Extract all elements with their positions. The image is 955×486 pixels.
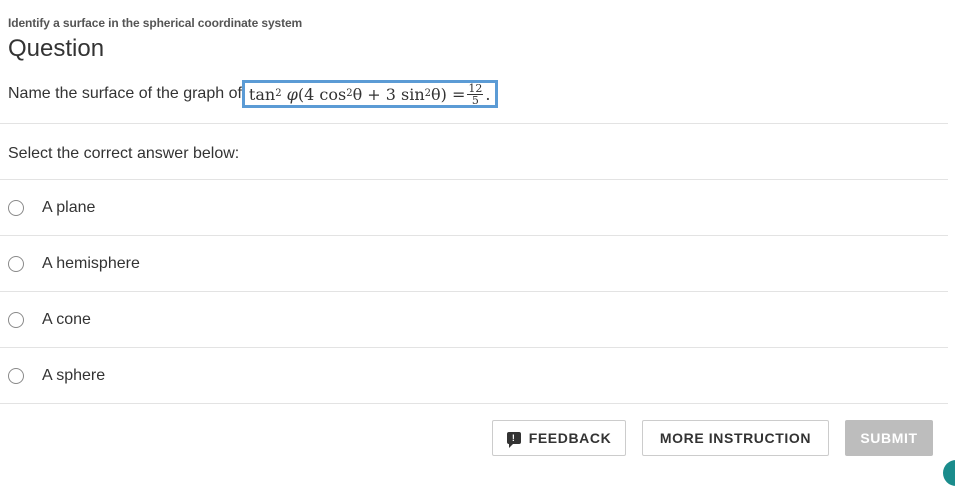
eq-fraction: 12 5 bbox=[467, 81, 484, 107]
feedback-label: FEEDBACK bbox=[528, 430, 612, 446]
answer-instruction: Select the correct answer below: bbox=[8, 145, 240, 162]
eq-theta2: θ) = bbox=[431, 84, 466, 104]
submit-button[interactable]: SUBMIT bbox=[845, 420, 933, 456]
eq-frac-numerator: 12 bbox=[467, 81, 484, 95]
option-a-hemisphere[interactable]: A hemisphere bbox=[0, 236, 948, 291]
question-prompt: Name the surface of the graph of tan 2 φ(… bbox=[8, 78, 498, 110]
option-label: A cone bbox=[42, 310, 91, 328]
eq-open: (4 cos bbox=[297, 84, 347, 104]
radio-button[interactable] bbox=[8, 199, 24, 216]
option-label: A hemisphere bbox=[42, 254, 140, 272]
radio-button[interactable] bbox=[8, 255, 24, 272]
divider bbox=[0, 123, 948, 124]
eq-phi: φ bbox=[286, 84, 298, 104]
submit-label: SUBMIT bbox=[860, 430, 918, 446]
radio-button[interactable] bbox=[8, 311, 24, 328]
equation-highlight: tan 2 φ (4 cos 2 θ + 3 sin 2 θ) = 12 5 . bbox=[241, 80, 498, 108]
eq-tan: tan bbox=[248, 84, 276, 104]
eq-theta1: θ + 3 sin bbox=[352, 84, 425, 104]
page-title: Question bbox=[8, 35, 105, 62]
radio-button[interactable] bbox=[8, 367, 24, 384]
prompt-text: Name the surface of the graph of bbox=[8, 85, 242, 102]
feedback-button[interactable]: ! FEEDBACK bbox=[492, 420, 626, 456]
option-label: A sphere bbox=[42, 366, 106, 384]
eq-end: . bbox=[485, 84, 491, 104]
feedback-icon: ! bbox=[506, 432, 521, 448]
eq-frac-denominator: 5 bbox=[471, 93, 479, 107]
more-instruction-button[interactable]: MORE INSTRUCTION bbox=[642, 420, 829, 456]
more-instruction-label: MORE INSTRUCTION bbox=[659, 430, 812, 446]
option-a-cone[interactable]: A cone bbox=[0, 292, 948, 347]
breadcrumb: Identify a surface in the spherical coor… bbox=[8, 16, 303, 30]
corner-accent bbox=[943, 460, 955, 486]
divider bbox=[0, 403, 948, 404]
option-label: A plane bbox=[42, 198, 96, 216]
option-a-plane[interactable]: A plane bbox=[0, 180, 948, 235]
option-a-sphere[interactable]: A sphere bbox=[0, 348, 948, 403]
